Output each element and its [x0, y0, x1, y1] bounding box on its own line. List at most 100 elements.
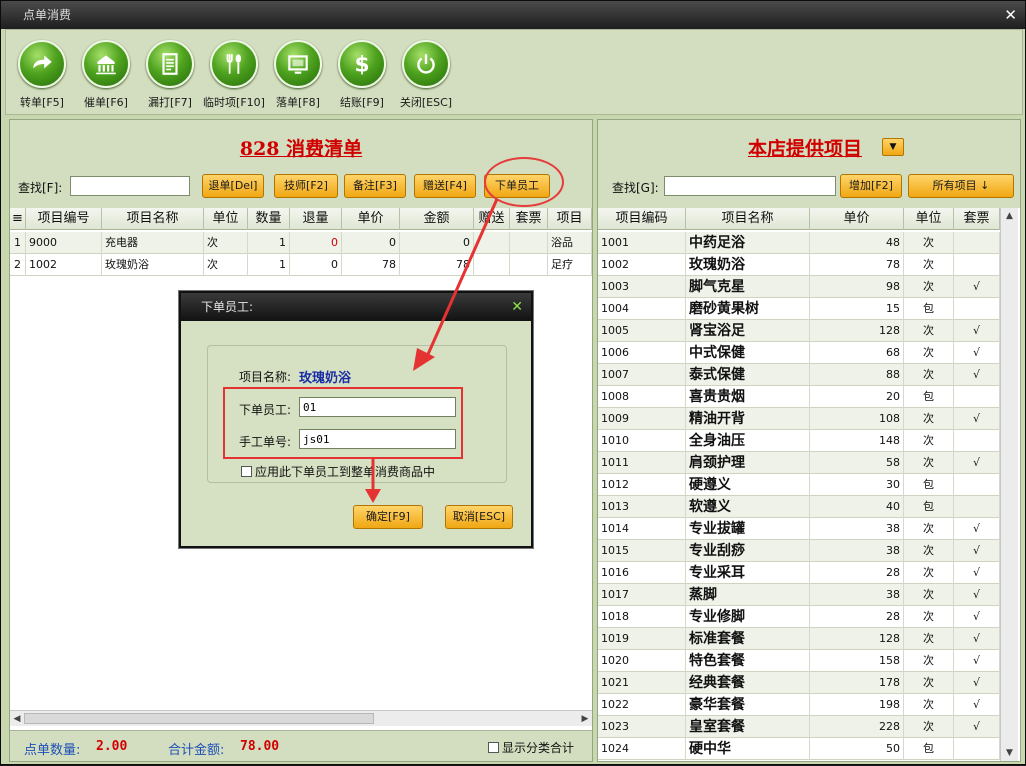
list-item[interactable]: 1020 特色套餐 158 次 √ — [598, 650, 1000, 672]
col-unit[interactable]: 单位 — [204, 208, 248, 230]
list-item[interactable]: 1005 肾宝浴足 128 次 √ — [598, 320, 1000, 342]
list-item[interactable]: 1015 专业刮痧 38 次 √ — [598, 540, 1000, 562]
catalog-cell-price: 15 — [810, 298, 904, 320]
scroll-left-icon[interactable]: ◀ — [10, 711, 24, 727]
catalog-cell-code: 1008 — [598, 386, 686, 408]
dialog-close-icon[interactable]: ✕ — [511, 293, 523, 321]
gift-button[interactable]: 赠送[F4] — [414, 174, 476, 198]
dialog-titlebar: 下单员工: ✕ — [181, 293, 531, 321]
list-item[interactable]: 1021 经典套餐 178 次 √ — [598, 672, 1000, 694]
col-code[interactable]: 项目编号 — [26, 208, 102, 230]
cancel-button[interactable]: 取消[ESC] — [445, 505, 513, 529]
list-item[interactable]: 1012 硬遵义 30 包 — [598, 474, 1000, 496]
col-item-unit[interactable]: 单位 — [904, 208, 954, 230]
add-item-button[interactable]: 增加[F2] — [840, 174, 902, 198]
list-item[interactable]: 1014 专业拔罐 38 次 √ — [598, 518, 1000, 540]
checkout-button[interactable]: $ 结账[F9] — [330, 40, 394, 110]
catalog-cell-ticket — [954, 430, 1000, 452]
technician-button[interactable]: 技师[F2] — [274, 174, 338, 198]
col-name[interactable]: 项目名称 — [102, 208, 204, 230]
list-item[interactable]: 1022 豪华套餐 198 次 √ — [598, 694, 1000, 716]
show-category-checkbox[interactable]: 显示分类合计 — [488, 739, 574, 756]
col-category[interactable]: 项目 — [548, 208, 592, 230]
list-item[interactable]: 1023 皇室套餐 228 次 √ — [598, 716, 1000, 738]
catalog-cell-price: 40 — [810, 496, 904, 518]
catalog-cell-unit: 次 — [904, 628, 954, 650]
catalog-search-input[interactable] — [664, 176, 836, 196]
catalog-cell-name: 专业修脚 — [686, 606, 810, 628]
list-item[interactable]: 1010 全身油压 148 次 — [598, 430, 1000, 452]
list-item[interactable]: 1017 蒸脚 38 次 √ — [598, 584, 1000, 606]
list-item[interactable]: 1009 精油开背 108 次 √ — [598, 408, 1000, 430]
list-item[interactable]: 1013 软遵义 40 包 — [598, 496, 1000, 518]
list-item[interactable]: 1024 硬中华 50 包 — [598, 738, 1000, 760]
table-row[interactable]: 2 1002 玫瑰奶浴 次 1 0 78 78 足疗 — [10, 254, 592, 276]
catalog-cell-unit: 次 — [904, 276, 954, 298]
apply-all-checkbox[interactable]: 应用此下单员工到整单消费商品中 — [241, 463, 435, 480]
list-item[interactable]: 1018 专业修脚 28 次 √ — [598, 606, 1000, 628]
checkbox-icon[interactable] — [488, 742, 499, 753]
list-item[interactable]: 1004 磨砂黄果树 15 包 — [598, 298, 1000, 320]
all-items-filter-button[interactable]: 所有项目 ↓ — [908, 174, 1014, 198]
catalog-cell-price: 68 — [810, 342, 904, 364]
horizontal-scrollbar[interactable]: ◀ ▶ — [10, 710, 592, 726]
col-item-price[interactable]: 单价 — [810, 208, 904, 230]
confirm-button[interactable]: 确定[F9] — [353, 505, 423, 529]
catalog-cell-ticket — [954, 232, 1000, 254]
col-item-name[interactable]: 项目名称 — [686, 208, 810, 230]
catalog-cell-unit: 包 — [904, 298, 954, 320]
catalog-dropdown-icon[interactable]: ▼ — [882, 138, 904, 156]
table-row[interactable]: 1 9000 充电器 次 1 0 0 0 浴品 — [10, 232, 592, 254]
close-icon[interactable]: ✕ — [1004, 1, 1017, 29]
remark-button[interactable]: 备注[F3] — [344, 174, 406, 198]
checkbox-icon[interactable] — [241, 466, 252, 477]
catalog-cell-name: 肩颈护理 — [686, 452, 810, 474]
bill-title: 828 消费清单 — [239, 138, 363, 160]
vertical-scrollbar[interactable]: ▲ ▼ — [1000, 208, 1018, 761]
catalog-cell-code: 1007 — [598, 364, 686, 386]
refund-button[interactable]: 退单[Del] — [202, 174, 264, 198]
catalog-cell-ticket: √ — [954, 694, 1000, 716]
catalog-title: 本店提供项目 — [748, 138, 863, 160]
col-item-ticket[interactable]: 套票 — [954, 208, 1000, 230]
scroll-thumb[interactable] — [24, 713, 374, 724]
list-item[interactable]: 1011 肩颈护理 58 次 √ — [598, 452, 1000, 474]
col-return-qty[interactable]: 退量 — [290, 208, 342, 230]
scroll-up-icon[interactable]: ▲ — [1001, 208, 1018, 224]
catalog-cell-unit: 次 — [904, 584, 954, 606]
list-item[interactable]: 1002 玫瑰奶浴 78 次 — [598, 254, 1000, 276]
order-count-value: 2.00 — [96, 739, 128, 754]
scroll-right-icon[interactable]: ▶ — [578, 711, 592, 727]
list-item[interactable]: 1008 喜贵贵烟 20 包 — [598, 386, 1000, 408]
list-item[interactable]: 1003 脚气克星 98 次 √ — [598, 276, 1000, 298]
catalog-cell-code: 1013 — [598, 496, 686, 518]
highlight-circle — [484, 157, 564, 207]
col-item-code[interactable]: 项目编码 — [598, 208, 686, 230]
catalog-cell-name: 皇室套餐 — [686, 716, 810, 738]
col-gift[interactable]: 赠送 — [474, 208, 510, 230]
rush-order-button[interactable]: 催单[F6] — [74, 40, 138, 110]
row-menu-icon[interactable]: ≡ — [10, 208, 26, 230]
reprint-button[interactable]: 漏打[F7] — [138, 40, 202, 110]
dollar-icon: $ — [354, 53, 369, 77]
list-item[interactable]: 1006 中式保健 68 次 √ — [598, 342, 1000, 364]
close-button[interactable]: 关闭[ESC] — [394, 40, 458, 110]
list-item[interactable]: 1016 专业采耳 28 次 √ — [598, 562, 1000, 584]
bill-search-input[interactable] — [70, 176, 190, 196]
catalog-cell-price: 228 — [810, 716, 904, 738]
col-amount[interactable]: 金额 — [400, 208, 474, 230]
transfer-order-button[interactable]: 转单[F5] — [10, 40, 74, 110]
place-order-button[interactable]: 落单[F8] — [266, 40, 330, 110]
item-name-label: 项目名称: — [239, 370, 292, 384]
col-ticket[interactable]: 套票 — [510, 208, 548, 230]
temp-item-button[interactable]: 临时项[F10] — [202, 40, 266, 110]
catalog-cell-unit: 次 — [904, 540, 954, 562]
list-item[interactable]: 1019 标准套餐 128 次 √ — [598, 628, 1000, 650]
col-qty[interactable]: 数量 — [248, 208, 290, 230]
catalog-header: 本店提供项目 ▼ 查找[G]: 增加[F2] 所有项目 ↓ — [598, 120, 1020, 208]
list-item[interactable]: 1001 中药足浴 48 次 — [598, 232, 1000, 254]
catalog-cell-ticket: √ — [954, 518, 1000, 540]
col-price[interactable]: 单价 — [342, 208, 400, 230]
list-item[interactable]: 1007 泰式保健 88 次 √ — [598, 364, 1000, 386]
scroll-down-icon[interactable]: ▼ — [1001, 745, 1018, 761]
